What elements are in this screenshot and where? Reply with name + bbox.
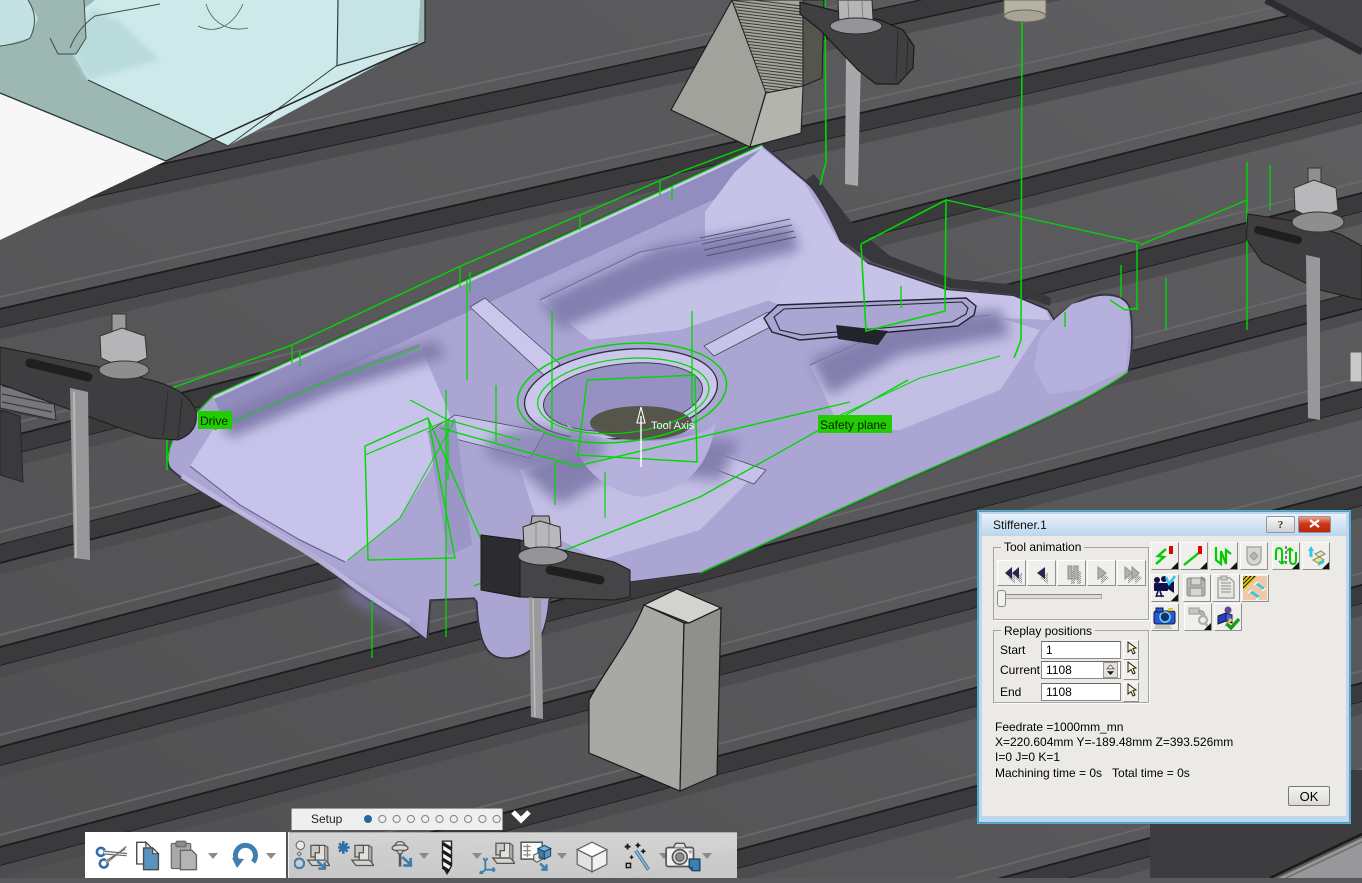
svg-text:Tool Axis: Tool Axis	[651, 420, 695, 432]
svg-text:Safety plane: Safety plane	[820, 418, 887, 432]
